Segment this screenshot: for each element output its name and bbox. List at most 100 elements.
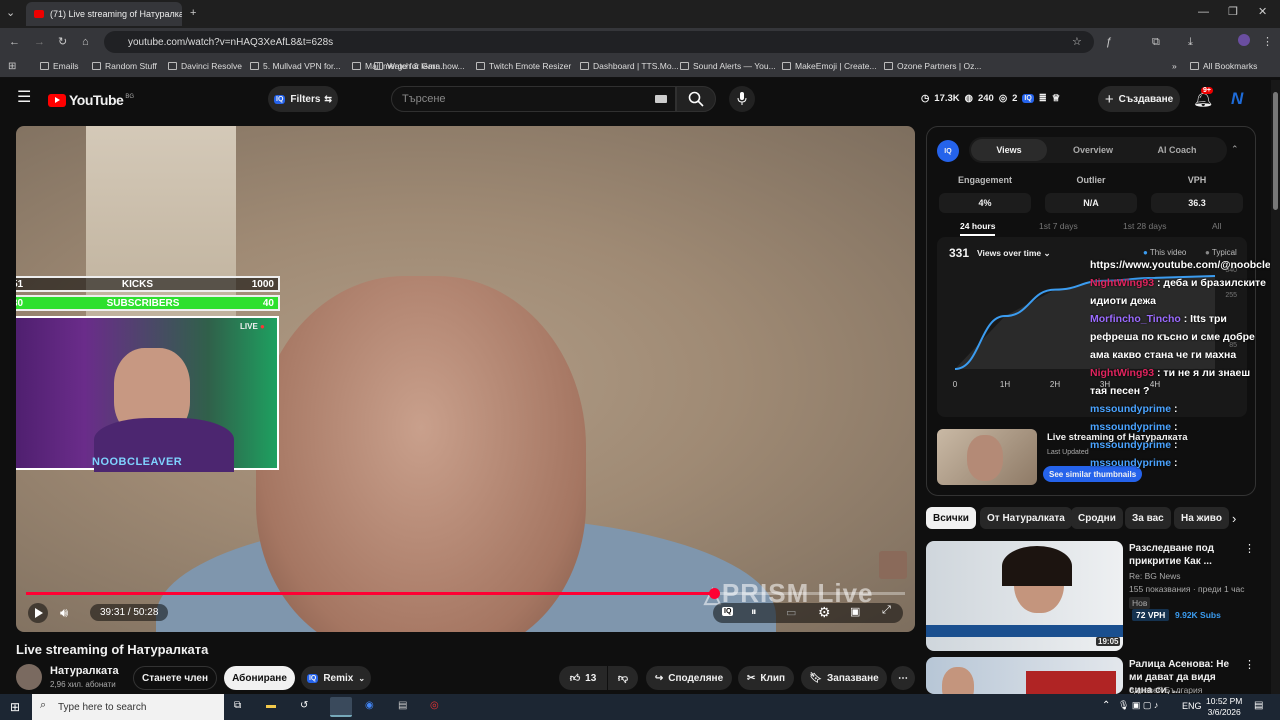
tab-views[interactable]: Views [971,139,1047,161]
forward-icon[interactable]: → [34,35,45,49]
progress-bar[interactable] [26,592,905,595]
save-button[interactable]: 🔖︎ Запазване [801,666,887,690]
extensions-puzzle-icon[interactable]: ⧉ [1152,35,1160,49]
taskbar-search-input[interactable]: ⌕ Type here to search [32,694,224,720]
task-view-icon[interactable]: ⧉ [234,700,241,711]
chat-username[interactable]: mssoundyprime [1090,457,1171,469]
chat-username[interactable]: NightWing93 [1090,277,1154,289]
browser-tab-active[interactable]: (71) Live streaming of Натуралка ✕ [26,2,182,26]
theater-mode-icon[interactable]: ▣ [850,605,860,618]
language-indicator[interactable]: ENG [1182,701,1202,711]
search-button[interactable] [676,86,716,112]
obs-active-icon[interactable] [330,697,352,717]
collapse-chevron-icon[interactable]: ⌃ [1231,144,1239,155]
chat-username[interactable]: mssoundyprime [1090,403,1171,415]
channel-watermark[interactable] [879,551,907,579]
play-button[interactable] [28,603,48,623]
rec-thumbnail-1[interactable]: 19:05 [926,541,1123,651]
range-24-hours[interactable]: 24 hours [960,221,996,236]
chat-username[interactable]: NightWing93 [1090,367,1154,379]
voice-search-button[interactable] [729,86,755,112]
fullscreen-icon[interactable]: ⤢ [882,604,891,617]
dislike-button[interactable]: 👎︎ [608,666,638,690]
browser-menu-icon[interactable]: ⋮ [1262,35,1273,49]
extension-icon[interactable]: ƒ [1106,35,1112,49]
chat-username[interactable]: Morfincho_Tincho [1090,313,1181,325]
profile-avatar[interactable] [1238,34,1250,46]
keyboard-icon[interactable] [655,95,667,103]
chrome-icon[interactable]: ◉ [365,700,374,711]
settings-gear-icon[interactable]: ⚙ [818,604,831,621]
youtube-logo[interactable]: YouTube BG [48,92,134,108]
vidiq-icon[interactable]: IQ [1022,94,1034,103]
filter-chip[interactable]: Сродни [1071,507,1123,529]
range-first-7-days[interactable]: 1st 7 days [1039,221,1078,231]
similar-thumbnail[interactable] [937,429,1037,485]
taskbar-clock[interactable]: 10:52 PM 3/6/2026 [1206,696,1242,718]
download-icon[interactable]: ⤓ [1188,35,1193,49]
tab-overview[interactable]: Overview [1055,139,1131,161]
scrollbar-thumb[interactable] [1273,92,1278,210]
rec-menu-icon[interactable]: ⋮ [1244,658,1255,671]
chat-username[interactable]: mssoundyprime [1090,439,1171,451]
chat-username[interactable]: mssoundyprime [1090,421,1171,433]
reload-icon[interactable]: ↻ [58,35,67,49]
hamburger-menu-icon[interactable]: ☰ [17,90,31,106]
channel-avatar[interactable] [16,664,42,690]
app-icon[interactable]: ◎ [430,700,439,711]
bookmark-item[interactable]: Davinci Resolve [168,61,242,71]
bookmarks-more-icon[interactable]: » [1172,61,1177,71]
join-button[interactable]: Станете член [133,666,217,690]
vidiq-filters-button[interactable]: IQ Filters ⇆ [268,86,338,112]
tray-icons[interactable]: 🎙︎ ▣ ▢ ♪ [1118,700,1158,711]
notification-center-icon[interactable]: ▤ [1254,700,1263,711]
window-close-icon[interactable]: ✕ [1258,5,1267,19]
app-icon[interactable]: ▤ [398,700,407,711]
remix-button[interactable]: IQ Remix ⌄ [301,666,371,690]
channel-name[interactable]: Натуралката [50,665,119,677]
tab-ai-coach[interactable]: AI Coach [1137,139,1217,161]
file-explorer-icon[interactable]: ▬ [266,700,276,711]
clip-button[interactable]: ✂ Клип [738,666,794,690]
bookmark-item[interactable]: Sound Alerts — You... [680,61,776,71]
filter-chip[interactable]: За вас [1125,507,1171,529]
apps-grid-icon[interactable]: ⊞ [8,60,16,74]
subtitles-icon[interactable]: ▭ [786,606,796,619]
restore-icon[interactable]: ❐ [1228,5,1238,19]
chart-metric-select[interactable]: Views over time ⌄ [977,248,1051,259]
pause-icon[interactable]: ⏸ [751,606,757,619]
new-tab-icon[interactable]: + [190,6,196,20]
bookmark-item[interactable]: Twitch Emote Resizer [476,61,571,71]
bookmark-item[interactable]: 5. Mullvad VPN for... [250,61,340,71]
rec-title-1[interactable]: Разследване под прикритие Как ... [1129,542,1239,568]
all-bookmarks[interactable]: All Bookmarks [1190,61,1257,71]
app-icon[interactable]: ↺ [300,700,308,711]
list-icon[interactable]: ≣ [1039,93,1047,104]
tray-chevron-icon[interactable]: ⌃ [1102,700,1110,711]
create-button[interactable]: + Създаване [1098,86,1180,112]
filter-chip[interactable]: На живо [1174,507,1229,529]
home-icon[interactable]: ⌂ [82,35,89,49]
bookmark-item[interactable]: Ozone Partners | Oz... [884,61,981,71]
bookmark-star-icon[interactable]: ☆ [1072,35,1082,49]
more-actions-button[interactable]: ⋯ [891,666,915,690]
chips-next-icon[interactable]: › [1232,511,1236,526]
range-all[interactable]: All [1212,221,1221,231]
bookmark-item[interactable]: Random Stuff [92,61,157,71]
back-icon[interactable]: ← [9,35,20,49]
rec-thumbnail-2[interactable] [926,657,1123,694]
windows-start-icon[interactable]: ⊞ [10,700,20,714]
trophy-icon[interactable]: ♕ [1052,93,1061,104]
video-player[interactable]: 51 KICKS 1000 30 SUBSCRIBERS 40 LIVE ● N… [16,126,915,632]
account-avatar[interactable]: N [1231,89,1243,109]
filter-chip[interactable]: От Натуралката [980,507,1072,529]
notifications-button[interactable]: 🔔︎ 9+ [1193,87,1213,109]
bookmark-item[interactable]: Watch & learn how... [374,61,465,71]
rec-channel-1[interactable]: Re: BG News [1129,570,1181,582]
minimize-icon[interactable]: — [1198,5,1209,19]
bookmark-item[interactable]: Emails [40,61,79,71]
share-button[interactable]: ↪ Споделяне [646,666,732,690]
range-first-28-days[interactable]: 1st 28 days [1123,221,1166,231]
bookmark-item[interactable]: MakeEmoji | Create... [782,61,877,71]
search-input[interactable]: Търсене [391,86,676,112]
